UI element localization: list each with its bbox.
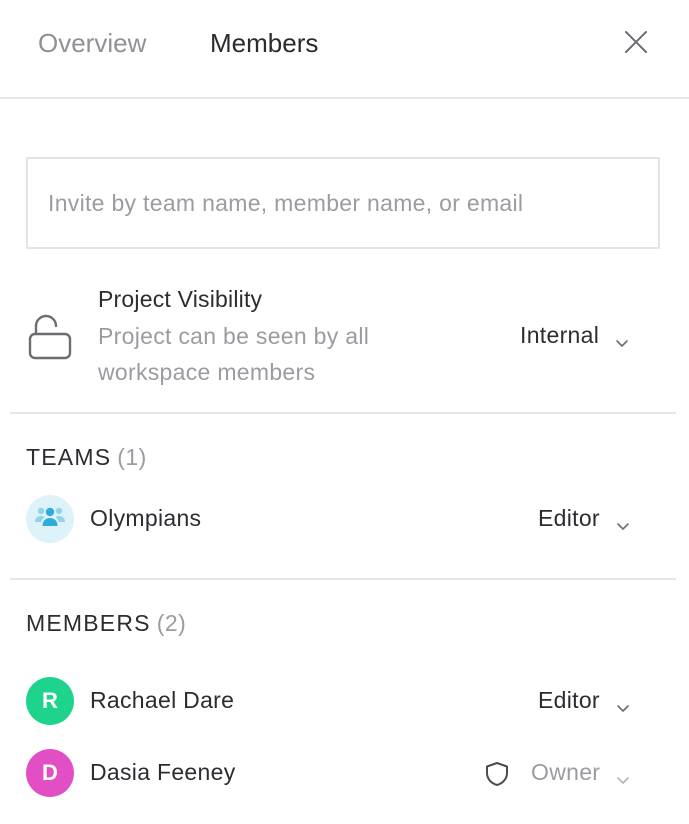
teams-section-label: TEAMS (1) [26, 444, 147, 471]
shield-icon [484, 761, 510, 787]
chevron-down-icon [616, 512, 630, 530]
member-row[interactable]: D Dasia Feeney Owner [0, 749, 689, 799]
member-role-dropdown[interactable]: Owner [531, 759, 630, 786]
member-name: Rachael Dare [90, 687, 235, 713]
chevron-down-icon [615, 329, 629, 347]
members-section-label: MEMBERS (2) [26, 610, 186, 637]
divider [10, 412, 676, 414]
tab-members[interactable]: Members [210, 27, 318, 59]
teams-label: TEAMS [26, 444, 112, 470]
member-role-dropdown[interactable]: Editor [538, 687, 630, 714]
visibility-value: Internal [520, 322, 600, 348]
members-label: MEMBERS [26, 610, 151, 636]
avatar: D [26, 749, 74, 797]
teams-count: (1) [117, 444, 147, 470]
member-role-value: Owner [531, 759, 601, 785]
members-count: (2) [156, 610, 187, 636]
chevron-down-icon [616, 766, 630, 784]
team-avatar [26, 495, 74, 543]
member-role-value: Editor [538, 687, 600, 713]
visibility-dropdown[interactable]: Internal [520, 322, 629, 349]
team-icon [34, 504, 66, 534]
close-icon[interactable] [622, 28, 650, 56]
tab-bar: Overview Members [0, 0, 689, 99]
member-name: Dasia Feeney [90, 759, 236, 785]
visibility-description: Project can be seen by all workspace mem… [98, 323, 370, 385]
tab-overview[interactable]: Overview [38, 27, 146, 59]
invite-input[interactable] [26, 157, 660, 249]
lock-open-icon [28, 312, 72, 360]
chevron-down-icon [616, 694, 630, 712]
visibility-title: Project Visibility [98, 286, 263, 312]
team-role-value: Editor [538, 505, 600, 531]
avatar: R [26, 677, 74, 725]
member-row[interactable]: R Rachael Dare Editor [0, 677, 689, 727]
divider [10, 578, 676, 580]
team-row[interactable]: Olympians Editor [0, 495, 689, 545]
team-name: Olympians [90, 505, 202, 531]
project-visibility-section: Project Visibility Project can be seen b… [0, 280, 689, 410]
team-role-dropdown[interactable]: Editor [538, 505, 630, 532]
